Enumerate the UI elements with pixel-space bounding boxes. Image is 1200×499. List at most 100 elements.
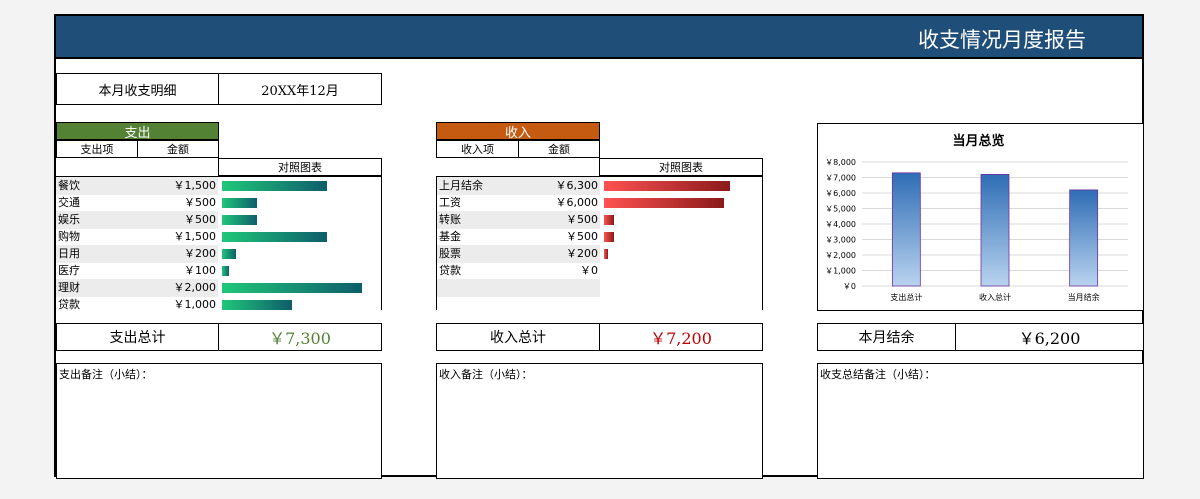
income-amount-cell[interactable]: ￥200: [519, 245, 600, 263]
expense-comparison-bar: [222, 232, 328, 242]
income-item-cell[interactable]: 贷款: [437, 262, 519, 280]
income-amount-cell[interactable]: ￥500: [519, 211, 600, 229]
expense-item-cell[interactable]: 购物: [56, 228, 137, 246]
chart-y-tick: ￥1,000: [825, 267, 856, 276]
expense-item-cell[interactable]: 餐饮: [56, 177, 137, 195]
expense-row: 餐饮 ￥1,500: [56, 177, 381, 195]
expense-amount-cell[interactable]: ￥1,000: [137, 296, 218, 314]
expense-item-amount: ￥500: [184, 196, 216, 209]
income-item-cell[interactable]: 工资: [437, 194, 519, 212]
expense-item-label: 购物: [58, 230, 80, 243]
chart-x-tick: 支出总计: [890, 292, 922, 302]
chart-bar: [1069, 189, 1099, 287]
expense-item-cell[interactable]: 日用: [56, 245, 137, 263]
period-value-cell[interactable]: 20XX年12月: [218, 73, 382, 105]
expense-item-label: 医疗: [58, 264, 80, 277]
expense-item-amount: ￥500: [184, 213, 216, 226]
expense-item-amount: ￥200: [184, 247, 216, 260]
expense-total-label-cell[interactable]: 支出总计: [56, 323, 219, 351]
chart-y-tick: ￥3,000: [825, 236, 856, 245]
income-total-value-cell[interactable]: ￥7,200: [599, 323, 763, 351]
expense-total-value-cell[interactable]: ￥7,300: [218, 323, 382, 351]
expense-amount-cell[interactable]: ￥100: [137, 262, 218, 280]
expense-row: 贷款 ￥1,000: [56, 296, 381, 314]
income-amount-cell[interactable]: ￥6,000: [519, 194, 600, 212]
income-row: 贷款 ￥0: [437, 262, 762, 280]
expense-amount-cell[interactable]: ￥200: [137, 245, 218, 263]
income-total-label: 收入总计: [490, 330, 546, 346]
expense-item-amount: ￥100: [184, 264, 216, 277]
expense-item-cell[interactable]: 医疗: [56, 262, 137, 280]
period-value: 20XX年12月: [261, 83, 339, 99]
expense-comparison-bar: [222, 215, 258, 225]
chart-y-tick: ￥4,000: [825, 220, 856, 229]
expense-item-amount: ￥1,500: [173, 230, 217, 243]
chart-y-tick: ￥6,000: [825, 189, 856, 198]
income-amount-cell[interactable]: [519, 279, 600, 297]
expense-amount-cell[interactable]: ￥1,500: [137, 228, 218, 246]
income-item-label: 基金: [439, 230, 461, 243]
income-item-amount: ￥0: [580, 264, 598, 277]
income-item-amount: ￥200: [566, 247, 598, 260]
expense-amount-cell[interactable]: ￥500: [137, 211, 218, 229]
expense-amount-cell[interactable]: ￥2,000: [137, 279, 218, 297]
income-item-cell[interactable]: 股票: [437, 245, 519, 263]
balance-label: 本月结余: [858, 330, 915, 346]
income-item-amount: ￥6,000: [555, 196, 599, 209]
income-row: [437, 279, 762, 297]
expense-item-label: 贷款: [58, 298, 80, 311]
expense-comparison-bar: [222, 249, 237, 259]
expense-row: 理财 ￥2,000: [56, 279, 381, 297]
expense-item-cell[interactable]: 交通: [56, 194, 137, 212]
period-label-cell[interactable]: 本月收支明细: [56, 73, 219, 105]
income-item-label: 上月结余: [439, 179, 483, 192]
expense-item-amount: ￥2,000: [173, 281, 217, 294]
expense-comparison-bar: [222, 266, 229, 276]
income-amount-cell[interactable]: ￥500: [519, 228, 600, 246]
income-rows: 上月结余 ￥6,300 工资 ￥6,000 转账 ￥500 基金 ￥500 股票 ￥200 贷款 ￥0: [436, 176, 763, 310]
expense-comparison-bar: [222, 283, 363, 293]
expense-item-cell[interactable]: 娱乐: [56, 211, 137, 229]
income-col-amount: 金额: [518, 140, 600, 158]
income-row: 上月结余 ￥6,300: [437, 177, 762, 195]
overview-chart: 当月总览 ￥0 ￥1,000 ￥2,000 ￥3,000 ￥4,000 ￥5,000 ￥6,0…: [825, 133, 1128, 302]
expense-amount-cell[interactable]: ￥1,500: [137, 177, 218, 195]
overview-chart-box: 当月总览 ￥0 ￥1,000 ￥2,000 ￥3,000 ￥4,000 ￥5,000 ￥6,0…: [817, 123, 1144, 311]
income-item-cell[interactable]: 转账: [437, 211, 519, 229]
income-total-value: ￥7,200: [650, 329, 712, 348]
income-amount-cell[interactable]: ￥0: [519, 262, 600, 280]
expense-total-value: ￥7,300: [269, 329, 331, 348]
expense-comparison-bar: [222, 198, 258, 208]
income-comparison-bar: [604, 249, 608, 259]
chart-y-tick: ￥0: [843, 282, 856, 291]
income-col-item: 收入项: [436, 140, 519, 158]
income-item-amount: ￥6,300: [555, 179, 599, 192]
balance-label-cell[interactable]: 本月结余: [817, 323, 956, 351]
income-item-label: 贷款: [439, 264, 461, 277]
expense-item-cell[interactable]: 理财: [56, 279, 137, 297]
income-section-header: 收入: [436, 122, 600, 141]
expense-amount-cell[interactable]: ￥500: [137, 194, 218, 212]
expense-row: 日用 ￥200: [56, 245, 381, 263]
expense-item-label: 餐饮: [58, 179, 80, 192]
income-section-title: 收入: [504, 125, 531, 141]
expense-note-box[interactable]: 支出备注（小结）：: [56, 363, 382, 479]
expense-item-cell[interactable]: 贷款: [56, 296, 137, 314]
income-amount-cell[interactable]: ￥6,300: [519, 177, 600, 195]
income-item-cell[interactable]: 基金: [437, 228, 519, 246]
income-row: 股票 ￥200: [437, 245, 762, 263]
expense-item-label: 理财: [58, 281, 80, 294]
balance-value-cell[interactable]: ￥6,200: [955, 323, 1144, 351]
expense-item-amount: ￥1,000: [173, 298, 217, 311]
income-item-cell[interactable]: 上月结余: [437, 177, 519, 195]
income-total-label-cell[interactable]: 收入总计: [436, 323, 600, 351]
chart-y-tick: ￥7,000: [825, 174, 856, 183]
income-item-label: 转账: [439, 213, 461, 226]
expense-note-label: 支出备注（小结）：: [59, 368, 153, 381]
income-note-box[interactable]: 收入备注（小结）：: [436, 363, 763, 479]
expense-col-item: 支出项: [56, 140, 138, 158]
income-item-cell[interactable]: [437, 279, 519, 297]
summary-note-box[interactable]: 收支总结备注（小结）：: [817, 363, 1144, 479]
chart-title: 当月总览: [952, 133, 1004, 149]
report-sheet: 收支情况月度报告 本月收支明细 20XX年12月 支出 支出项 金额 对照图表 …: [54, 14, 1144, 479]
